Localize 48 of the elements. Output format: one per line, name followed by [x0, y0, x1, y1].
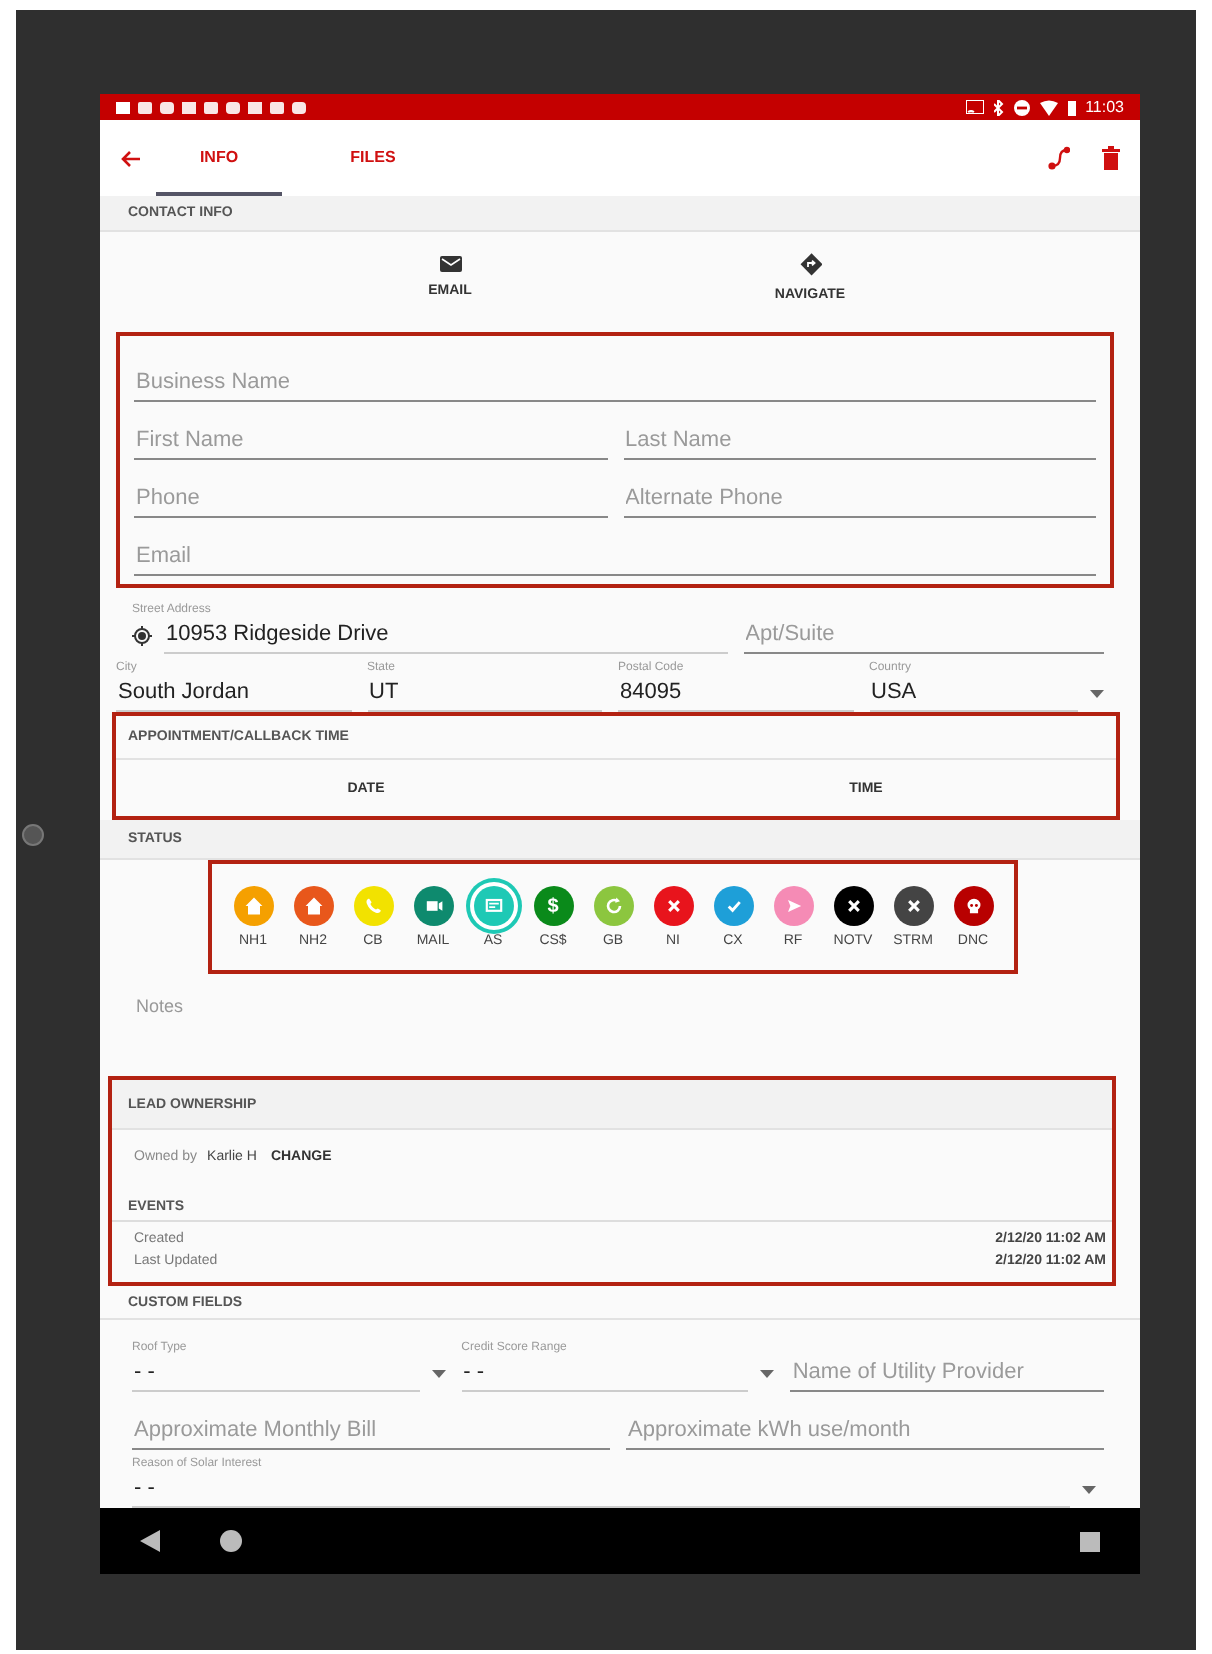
house-icon — [241, 894, 265, 918]
bluetooth-icon — [993, 99, 1004, 115]
input-field[interactable]: Alternate Phone — [623, 482, 1096, 518]
input-field[interactable]: 84095 — [618, 676, 853, 712]
dropdown-arrow-icon — [1082, 1486, 1096, 1494]
route-icon — [1048, 146, 1070, 170]
input-field[interactable]: Business Name — [134, 366, 1096, 402]
input-field[interactable]: Phone — [134, 482, 607, 518]
clock-time: 11:03 — [1085, 98, 1124, 116]
notes-field[interactable]: Notes — [132, 994, 540, 1018]
input-field[interactable]: Approximate Monthly Bill — [132, 1414, 610, 1450]
back-arrow-icon — [120, 149, 140, 167]
recents-icon[interactable] — [1080, 1531, 1100, 1551]
dropdown-arrow-icon — [760, 1370, 775, 1378]
input-field[interactable]: Email — [134, 540, 1096, 576]
address-field[interactable]: 10953 Ridgeside Drive — [164, 618, 728, 654]
input-field[interactable]: Name of Utility Provider — [790, 1356, 1105, 1392]
house-icon — [301, 894, 325, 918]
do-not-disturb-icon — [1013, 99, 1030, 115]
camera-icon — [22, 824, 44, 846]
input-field[interactable]: UT — [367, 676, 602, 712]
status-button[interactable] — [953, 886, 993, 926]
home-icon[interactable] — [220, 1530, 242, 1552]
direction-sign-icon — [799, 251, 821, 275]
envelope-icon — [439, 255, 461, 271]
dropdown-field[interactable]: - - — [461, 1356, 749, 1392]
input-field[interactable]: Approximate kWh use/month — [626, 1414, 1104, 1450]
status-button[interactable] — [833, 886, 873, 926]
status-button[interactable]: $ — [533, 886, 573, 926]
battery-icon — [1067, 99, 1076, 115]
refresh-icon — [601, 894, 625, 918]
input-field[interactable]: Last Name — [623, 424, 1096, 460]
trash-icon[interactable] — [1102, 146, 1120, 170]
input-field[interactable]: Apt/Suite — [743, 618, 1104, 654]
card-icon — [481, 894, 505, 918]
dropdown-field[interactable]: USA — [869, 676, 1078, 712]
location-icon — [132, 626, 152, 646]
back-icon[interactable] — [140, 1530, 160, 1552]
tab[interactable]: FILES — [310, 120, 436, 196]
dropdown-arrow-icon — [431, 1370, 446, 1378]
phone-icon — [361, 894, 385, 918]
status-button[interactable] — [893, 886, 933, 926]
input-field[interactable]: First Name — [134, 424, 607, 460]
cast-icon — [965, 100, 984, 114]
input-field[interactable]: South Jordan — [116, 676, 351, 712]
dropdown-arrow-icon — [1090, 690, 1104, 698]
dropdown-field[interactable]: - - — [132, 1356, 420, 1392]
wifi-icon — [1039, 99, 1058, 115]
